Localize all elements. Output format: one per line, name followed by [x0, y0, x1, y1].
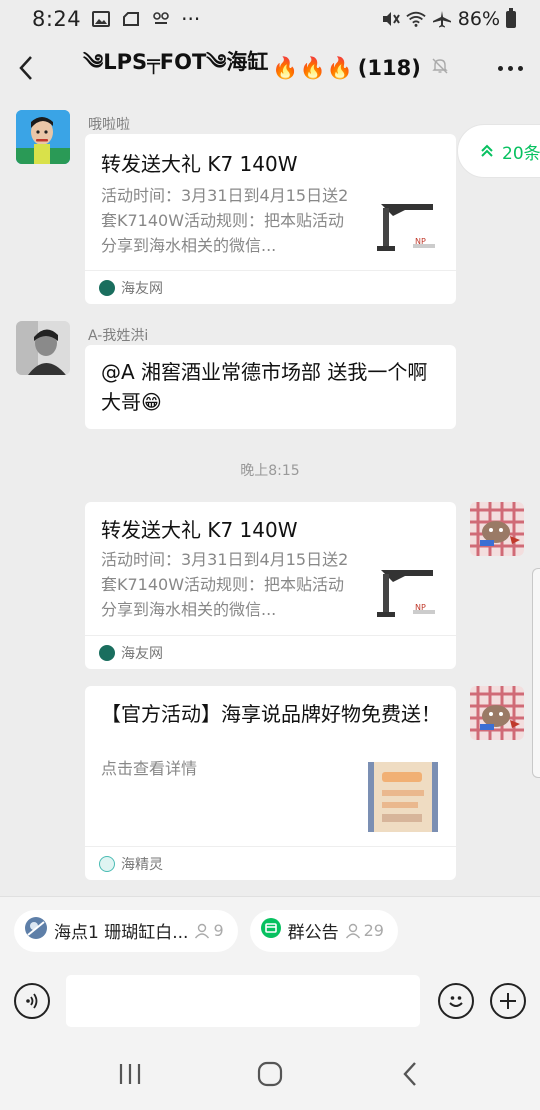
- card-source-label: 海友网: [121, 280, 163, 297]
- chat-title-text: ༄LPS╤FOT༄海缸: [83, 49, 269, 74]
- chip-count-value: 29: [363, 921, 384, 940]
- person-icon: [195, 923, 210, 938]
- home-icon: [257, 1061, 283, 1087]
- avatar[interactable]: [16, 110, 70, 164]
- link-card[interactable]: 转发送大礼 K7 140W 活动时间：3月31日到4月15日送2套K7140W活…: [85, 502, 456, 669]
- topic-avatar-icon: [24, 916, 48, 945]
- card-source: 海友网: [85, 635, 456, 669]
- card-title: 转发送大礼 K7 140W: [101, 152, 298, 176]
- message-input[interactable]: [66, 975, 420, 1027]
- back-button[interactable]: [0, 38, 52, 98]
- input-bar: [0, 964, 540, 1038]
- card-thumbnail: [368, 762, 438, 832]
- new-messages-tag[interactable]: 20条: [457, 124, 540, 178]
- double-chevron-up-icon: [481, 144, 493, 157]
- system-nav-bar: [0, 1038, 540, 1110]
- status-time: 8:24: [32, 7, 82, 31]
- chip-label: 海点1 珊瑚缸白...: [54, 923, 189, 943]
- mute-icon: [431, 56, 449, 80]
- card-description: 活动时间：3月31日到4月15日送2套K7140W活动规则：把本贴活动分享到海水…: [101, 550, 349, 619]
- chip-announcement[interactable]: 群公告 29: [249, 909, 398, 952]
- image-icon: [91, 10, 111, 28]
- member-count: (118): [357, 56, 421, 80]
- svg-text:NP: NP: [415, 603, 426, 612]
- nav-back-icon: [403, 1062, 416, 1086]
- group-chips: 海点1 珊瑚缸白... 9 群公告 29: [0, 896, 540, 964]
- card-title: 转发送大礼 K7 140W: [101, 518, 298, 542]
- airplane-icon: [432, 10, 452, 28]
- back-icon: [19, 56, 32, 80]
- vibrate-mute-icon: [380, 10, 400, 28]
- emoji-icon: [449, 996, 463, 1007]
- chat-title-flames: 🔥🔥🔥: [272, 55, 354, 80]
- chip-count: 29: [345, 921, 384, 940]
- self-avatar[interactable]: [470, 686, 524, 740]
- person-icon: [345, 923, 360, 938]
- chat-area[interactable]: 哦啦啦 转发送大礼 K7 140W 活动时间：3月31日到4月15日送2套K71…: [0, 98, 540, 896]
- card-source-label: 海精灵: [121, 856, 163, 873]
- card-title: 【官方活动】海享说品牌好物免费送！: [101, 702, 441, 726]
- self-avatar[interactable]: [470, 502, 524, 556]
- chip-topic[interactable]: 海点1 珊瑚缸白... 9: [14, 909, 238, 952]
- voice-icon: [26, 993, 38, 1009]
- chat-header: ༄LPS╤FOT༄海缸 🔥🔥🔥 (118): [0, 38, 540, 98]
- link-card[interactable]: 【官方活动】海享说品牌好物免费送！ 点击查看详情 海精灵: [85, 686, 456, 880]
- sender-name: 哦啦啦: [88, 117, 130, 133]
- recents-button[interactable]: [100, 1044, 160, 1104]
- battery-percent: 86%: [457, 8, 500, 30]
- emoji-button[interactable]: [438, 983, 474, 1019]
- link-card[interactable]: 转发送大礼 K7 140W 活动时间：3月31日到4月15日送2套K7140W活…: [85, 134, 456, 304]
- more-icon: [497, 65, 503, 71]
- chip-count: 9: [194, 921, 224, 940]
- battery-icon: [506, 7, 516, 28]
- sender-name: A-我姓洪i: [88, 328, 149, 344]
- source-logo-icon: [99, 644, 115, 661]
- source-logo-icon: [99, 855, 115, 872]
- card-source-label: 海友网: [121, 645, 163, 662]
- scroll-handle[interactable]: [532, 568, 540, 778]
- card-source: 海友网: [85, 270, 456, 304]
- new-messages-count: 20条: [502, 143, 540, 164]
- recents-icon: [119, 1064, 141, 1084]
- announcement-icon: [260, 917, 282, 944]
- more-button[interactable]: [480, 38, 540, 98]
- card-description: 点击查看详情: [101, 759, 198, 778]
- status-more: ···: [181, 7, 201, 31]
- wifi-icon: [406, 10, 426, 28]
- card-source: 海精灵: [85, 846, 456, 880]
- add-button[interactable]: [490, 983, 526, 1019]
- nav-back-button[interactable]: [380, 1044, 440, 1104]
- voice-button[interactable]: [14, 983, 50, 1019]
- avatar[interactable]: [16, 321, 70, 375]
- text-message[interactable]: @A 湘窖酒业常德市场部 送我一个啊大哥😁: [85, 345, 456, 429]
- add-icon: [500, 993, 516, 1009]
- card-thumbnail: NP: [375, 560, 439, 624]
- chip-label: 群公告: [287, 923, 339, 943]
- chip-count-value: 9: [213, 921, 224, 940]
- card-description: 活动时间：3月31日到4月15日送2套K7140W活动规则：把本贴活动分享到海水…: [101, 186, 349, 255]
- svg-text:NP: NP: [415, 237, 426, 246]
- card-thumbnail: NP: [375, 194, 439, 258]
- source-logo-icon: [99, 279, 115, 296]
- notification-icon: [121, 10, 141, 28]
- home-button[interactable]: [240, 1044, 300, 1104]
- status-bar: 8:24 ··· 86%: [0, 0, 540, 38]
- time-separator: 晚上8:15: [240, 463, 300, 479]
- chat-title: ༄LPS╤FOT༄海缸 🔥🔥🔥 (118): [52, 39, 480, 98]
- app-icon: [151, 10, 171, 28]
